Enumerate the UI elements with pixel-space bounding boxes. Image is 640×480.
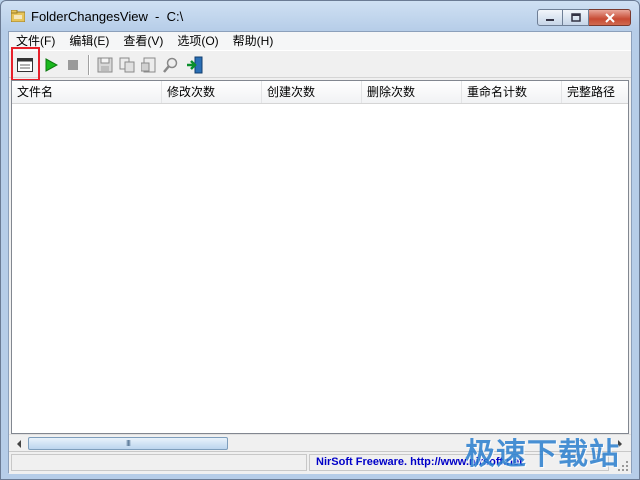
scroll-thumb[interactable]: III: [28, 437, 228, 450]
play-icon: [45, 58, 58, 72]
scroll-grip: III: [125, 439, 131, 448]
window-title: FolderChangesView - C:\: [31, 9, 184, 24]
toolbar-separator: [88, 55, 90, 75]
find-button[interactable]: [161, 56, 181, 74]
highlight-box: [11, 47, 40, 81]
copy-icon: [119, 57, 135, 73]
column-header-modified-count[interactable]: 修改次数: [162, 81, 262, 103]
maximize-icon: [570, 13, 581, 22]
column-header-full-path[interactable]: 完整路径: [562, 81, 628, 103]
menu-bar: 文件(F) 编辑(E) 查看(V) 选项(O) 帮助(H): [9, 32, 631, 50]
column-header-created-count[interactable]: 创建次数: [262, 81, 362, 103]
menu-options[interactable]: 选项(O): [170, 32, 225, 50]
find-icon: [163, 57, 178, 73]
status-panel: [11, 454, 307, 471]
save-icon: [97, 57, 113, 73]
window-controls: [537, 9, 631, 27]
watermark-text: 极速下载站: [465, 437, 620, 472]
exit-icon: [187, 56, 203, 74]
toolbar: [9, 47, 631, 81]
close-icon: [604, 12, 615, 23]
menu-help[interactable]: 帮助(H): [226, 32, 281, 50]
properties-icon: [141, 57, 156, 73]
title-bar[interactable]: FolderChangesView - C:\: [1, 1, 639, 31]
maximize-button[interactable]: [563, 9, 589, 26]
start-button[interactable]: [41, 56, 61, 74]
column-header-filename[interactable]: 文件名: [12, 81, 162, 103]
minimize-icon: [546, 18, 554, 21]
client-area: 文件(F) 编辑(E) 查看(V) 选项(O) 帮助(H) 文件名 修改次数 创…: [8, 31, 632, 474]
scroll-left-button[interactable]: [11, 437, 26, 450]
stop-icon: [68, 60, 78, 70]
properties-button[interactable]: [139, 56, 159, 74]
menu-view[interactable]: 查看(V): [116, 32, 170, 50]
copy-button[interactable]: [117, 56, 137, 74]
column-header-renamed-count[interactable]: 重命名计数: [462, 81, 562, 103]
close-button[interactable]: [589, 9, 631, 26]
save-button[interactable]: [95, 56, 115, 74]
arrow-left-icon: [16, 439, 21, 448]
app-window: FolderChangesView - C:\ 文件(F) 编辑(E) 查看(V…: [0, 0, 640, 480]
stop-button[interactable]: [63, 56, 83, 74]
folder-app-icon: [11, 10, 25, 22]
column-header-deleted-count[interactable]: 删除次数: [362, 81, 462, 103]
exit-button[interactable]: [185, 56, 205, 74]
list-header: 文件名 修改次数 创建次数 删除次数 重命名计数 完整路径: [12, 81, 628, 104]
changes-list[interactable]: 文件名 修改次数 创建次数 删除次数 重命名计数 完整路径: [11, 80, 629, 434]
minimize-button[interactable]: [537, 9, 563, 26]
menu-edit[interactable]: 编辑(E): [62, 32, 116, 50]
